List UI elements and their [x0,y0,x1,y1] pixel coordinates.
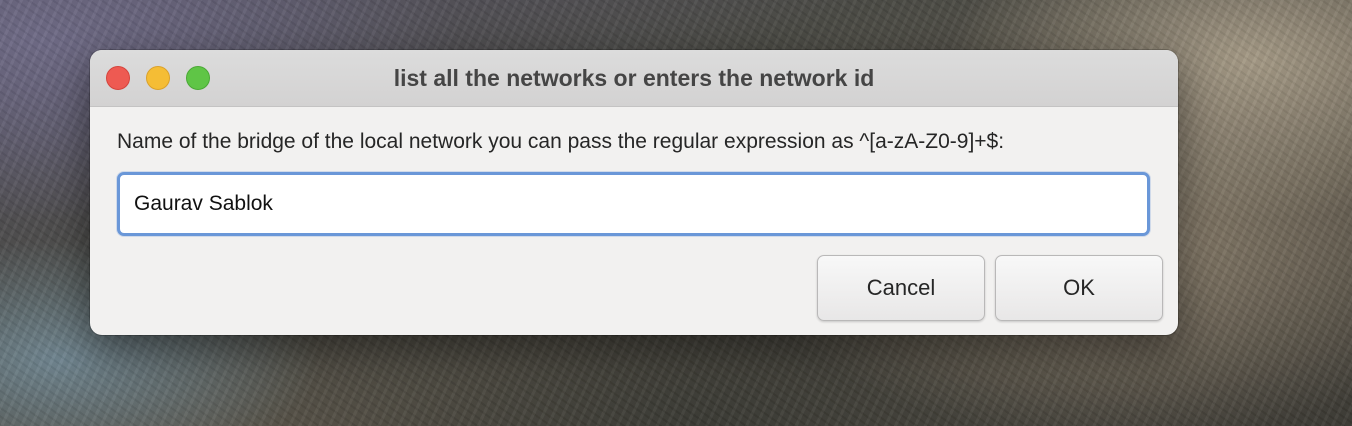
title-bar[interactable]: list all the networks or enters the netw… [90,50,1178,107]
cancel-button[interactable]: Cancel [817,255,985,321]
bridge-name-input[interactable] [117,172,1150,236]
window-title: list all the networks or enters the netw… [393,65,875,91]
input-dialog: list all the networks or enters the netw… [90,50,1178,335]
prompt-label: Name of the bridge of the local network … [117,130,1005,153]
ok-button[interactable]: OK [995,255,1163,321]
